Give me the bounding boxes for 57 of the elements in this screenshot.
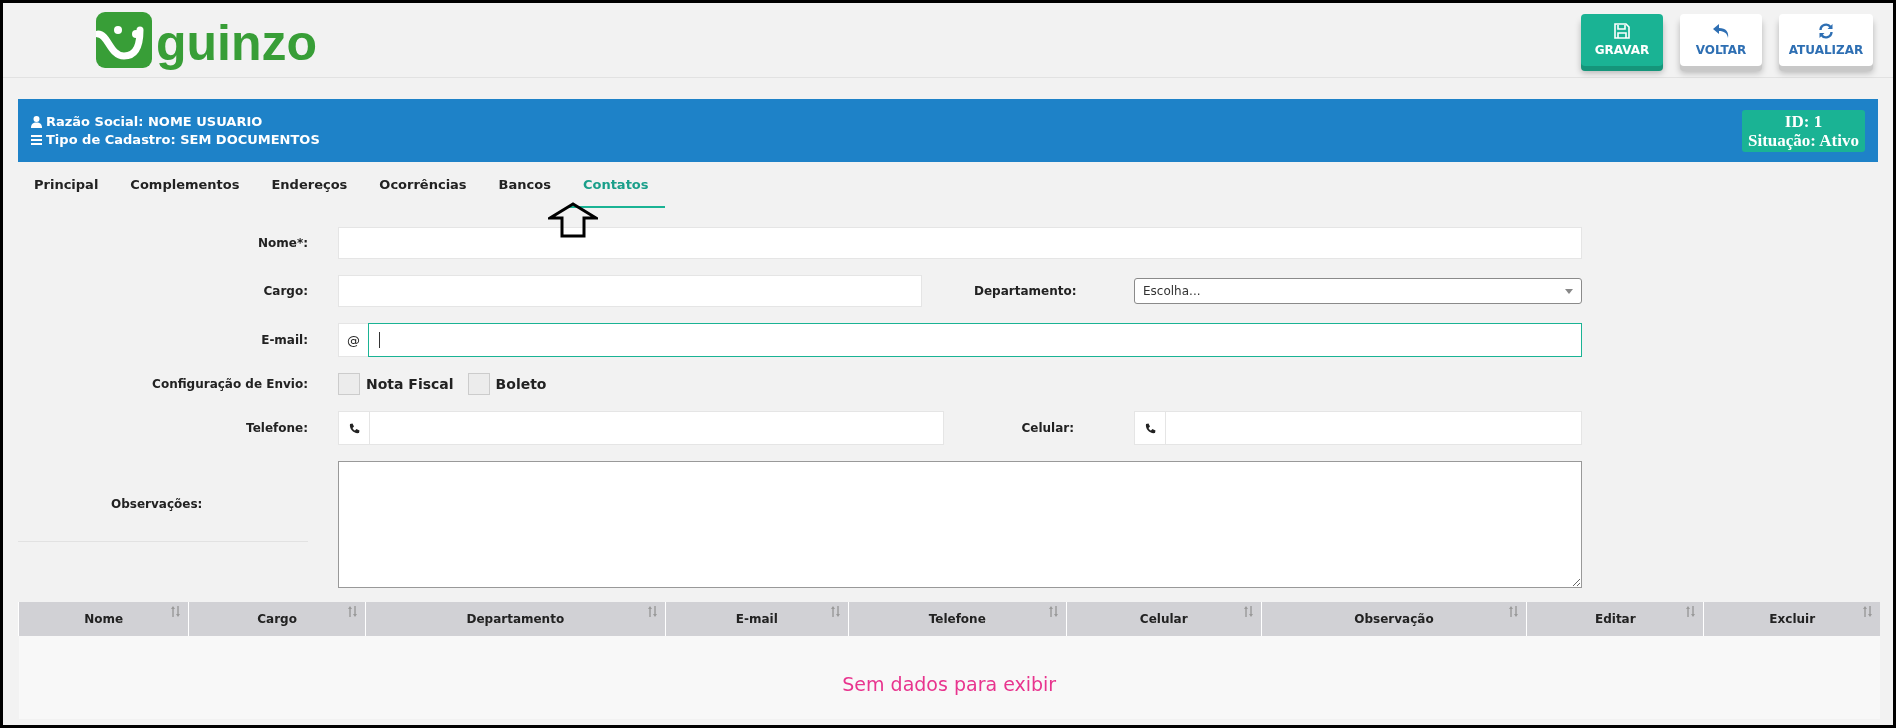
tab[interactable]: Principal <box>18 162 115 208</box>
phone-field[interactable] <box>1165 411 1582 445</box>
sort-icon <box>830 606 840 617</box>
column-header[interactable]: E-mail <box>665 602 849 636</box>
email-field[interactable] <box>368 323 1582 357</box>
tab[interactable]: Endereços <box>255 162 364 208</box>
column-header[interactable]: Cargo <box>188 602 366 636</box>
field-label: Telefone: <box>245 421 308 435</box>
phone-icon <box>1145 422 1156 434</box>
refresh-icon <box>1818 23 1834 39</box>
checkbox-label: Boleto <box>495 376 547 392</box>
column-header[interactable]: Telefone <box>848 602 1067 636</box>
field-label: Configuração de Envio: <box>151 377 308 391</box>
id-text: ID: 1 <box>1783 111 1824 131</box>
caret-icon <box>1565 288 1573 294</box>
column-header[interactable]: Celular <box>1066 602 1262 636</box>
empty-message: Sem dados para exibir <box>842 673 1057 695</box>
column-header[interactable]: Observação <box>1261 602 1527 636</box>
field-label: Cargo: <box>262 284 308 298</box>
status-text: Situação: Ativo <box>1748 130 1859 150</box>
user-icon <box>31 115 42 128</box>
column-header[interactable]: Excluir <box>1704 602 1880 636</box>
sort-icon <box>1686 606 1696 617</box>
header-text: Razão Social: NOME USUARIO <box>46 114 263 129</box>
tab[interactable]: Bancos <box>482 162 567 208</box>
menu-icon <box>31 134 42 145</box>
checkbox[interactable] <box>338 373 360 395</box>
sort-icon <box>171 606 181 617</box>
sort-icon <box>1863 606 1872 617</box>
text-field[interactable] <box>338 227 1582 259</box>
column-header[interactable]: Nome <box>18 602 189 636</box>
phone-field[interactable] <box>369 411 944 445</box>
logo-text: guinzo <box>156 18 318 68</box>
checkbox[interactable] <box>467 373 490 395</box>
sort-icon <box>1048 606 1058 617</box>
field-label: E-mail: <box>260 333 308 347</box>
dropdown[interactable]: Escolha... <box>1134 278 1582 304</box>
field-label: Nome*: <box>257 236 308 250</box>
sort-icon <box>647 606 657 617</box>
sort-icon <box>1243 606 1253 617</box>
tab[interactable]: Complementos <box>114 162 256 208</box>
column-header[interactable]: Departamento <box>365 602 666 636</box>
checkbox-label: Nota Fiscal <box>366 376 454 392</box>
sort-icon <box>347 606 357 617</box>
column-header[interactable]: Editar <box>1526 602 1704 636</box>
field-label: Celular: <box>1020 421 1075 435</box>
tab[interactable]: Ocorrências <box>363 162 483 208</box>
header-text: Tipo de Cadastro: SEM DOCUMENTOS <box>46 132 320 147</box>
field-label: Departamento: <box>974 284 1078 298</box>
field-label: Observações: <box>18 461 308 542</box>
sort-icon <box>1509 606 1519 617</box>
notes-field[interactable] <box>338 461 1582 588</box>
at-sign-addon: @ <box>338 323 368 357</box>
text-field[interactable] <box>338 275 922 307</box>
phone-icon <box>349 422 360 434</box>
reply-arrow-icon <box>1712 23 1730 39</box>
smiley-logo-icon <box>96 12 152 68</box>
